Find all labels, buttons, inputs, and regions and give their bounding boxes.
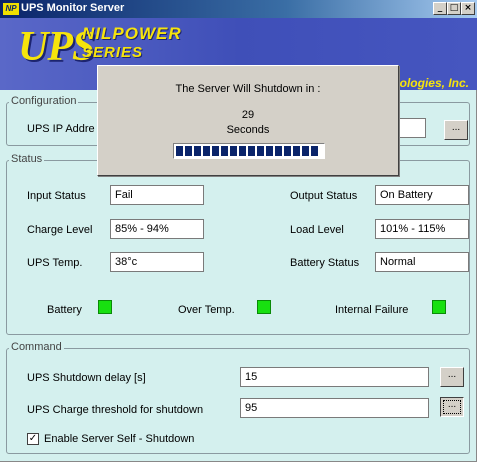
charge-threshold-label: UPS Charge threshold for shutdown <box>27 404 204 416</box>
configuration-group-label: Configuration <box>9 95 79 107</box>
window-title: UPS Monitor Server <box>21 2 125 14</box>
app-icon: NP <box>3 3 19 15</box>
charge-level-field: 85% - 94% <box>110 219 204 239</box>
maximize-button[interactable]: □ <box>447 2 461 15</box>
command-group-label: Command <box>9 341 64 353</box>
title-bar[interactable]: NP UPS Monitor Server _ □ × <box>0 0 477 18</box>
ups-monitor-window: NP UPS Monitor Server _ □ × UPS NILPOWER… <box>0 0 477 462</box>
nilpower-logo: NILPOWER <box>82 24 182 43</box>
charge-level-label: Charge Level <box>27 224 93 236</box>
charge-threshold-field[interactable]: 95 <box>240 398 429 418</box>
output-status-label: Output Status <box>290 190 358 202</box>
internal-failure-led-icon <box>432 300 446 314</box>
shutdown-progress-bar <box>173 143 325 159</box>
close-button[interactable]: × <box>461 2 475 15</box>
output-status-field: On Battery <box>375 185 469 205</box>
load-level-field: 101% - 115% <box>375 219 469 239</box>
shutdown-delay-label: UPS Shutdown delay [s] <box>27 372 146 384</box>
internal-failure-indicator-label: Internal Failure <box>335 304 409 316</box>
series-logo: SERIES <box>82 44 144 61</box>
ups-ip-label: UPS IP Addre <box>27 123 95 135</box>
shutdown-delay-browse-button[interactable]: ... <box>440 367 464 387</box>
battery-status-label: Battery Status <box>290 257 360 269</box>
countdown-unit: Seconds <box>226 124 270 136</box>
ups-temp-label: UPS Temp. <box>27 257 83 269</box>
input-status-label: Input Status <box>27 190 86 202</box>
shutdown-message: The Server Will Shutdown in : <box>175 83 321 95</box>
over-temp-indicator-label: Over Temp. <box>178 304 235 316</box>
ip-browse-button[interactable]: ... <box>444 120 468 140</box>
shutdown-countdown-dialog: The Server Will Shutdown in : 29 Seconds <box>97 65 399 176</box>
window-controls: _ □ × <box>433 2 475 15</box>
self-shutdown-label[interactable]: Enable Server Self - Shutdown <box>44 433 194 445</box>
minimize-button[interactable]: _ <box>433 2 447 15</box>
shutdown-delay-field[interactable]: 15 <box>240 367 429 387</box>
over-temp-led-icon <box>257 300 271 314</box>
charge-threshold-browse-button[interactable]: ... <box>440 397 464 417</box>
load-level-label: Load Level <box>290 224 344 236</box>
input-status-field: Fail <box>110 185 204 205</box>
battery-indicator-label: Battery <box>47 304 82 316</box>
ups-temp-field: 38°c <box>110 252 204 272</box>
self-shutdown-checkbox[interactable]: ✓ <box>27 433 39 445</box>
battery-led-icon <box>98 300 112 314</box>
countdown-value: 29 <box>241 109 255 121</box>
battery-status-field: Normal <box>375 252 469 272</box>
shutdown-progress-fill <box>176 146 318 156</box>
status-group-label: Status <box>9 153 45 165</box>
